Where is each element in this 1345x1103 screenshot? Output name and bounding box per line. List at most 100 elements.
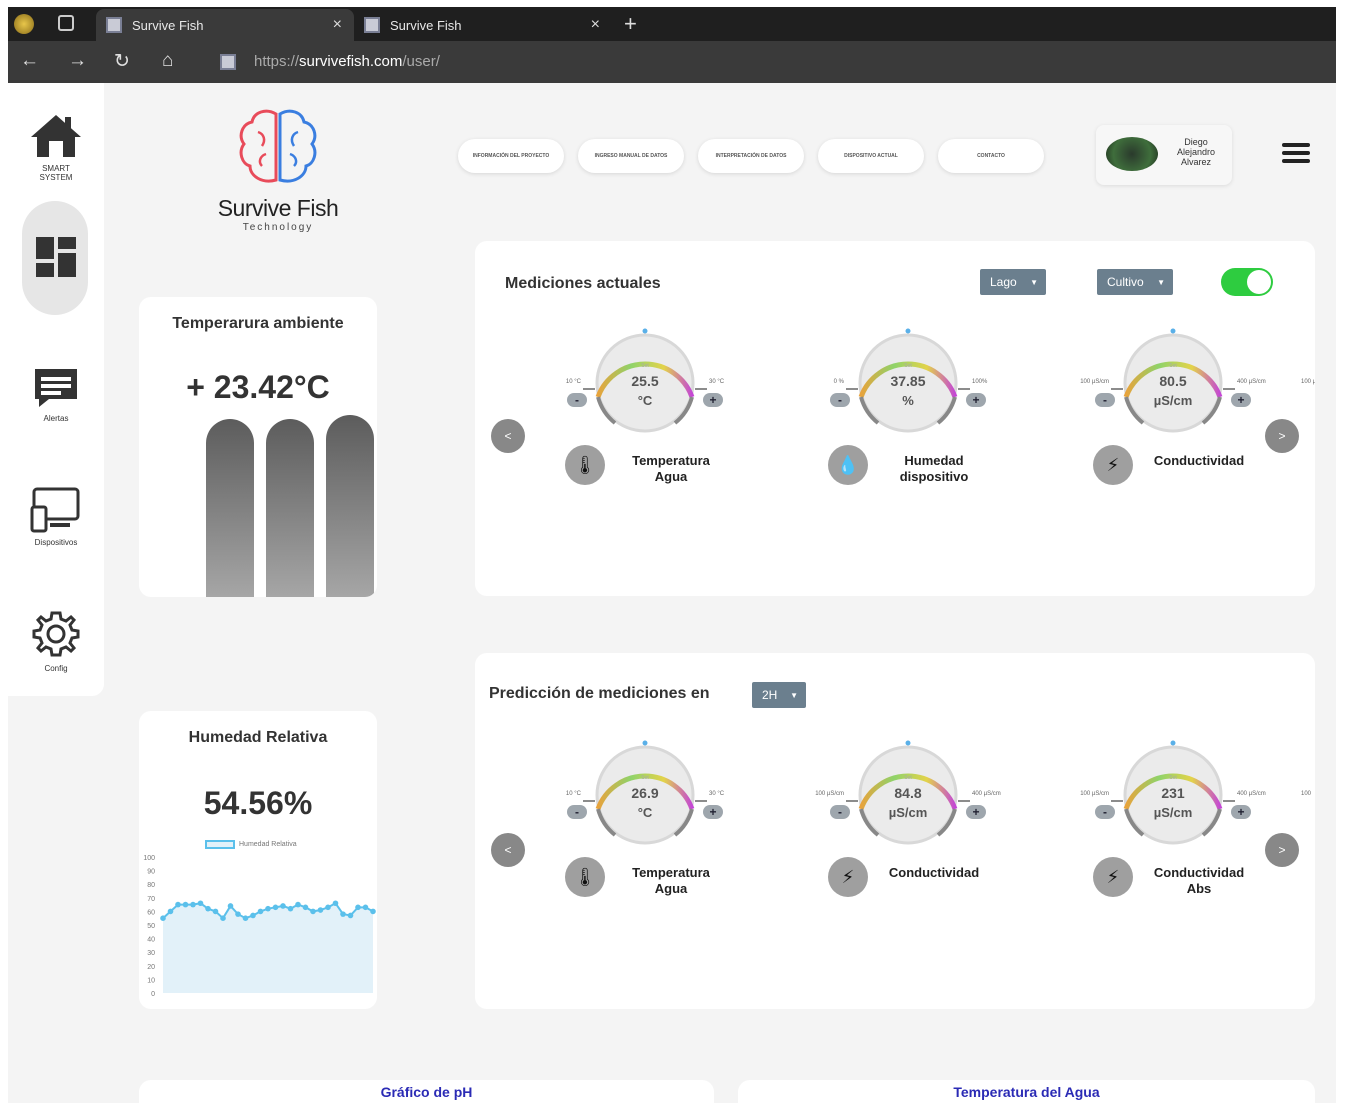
cultivo-dropdown[interactable]: Cultivo ▼ <box>1097 269 1173 295</box>
workspaces-icon[interactable] <box>58 15 74 31</box>
nav-informacion[interactable]: INFORMACIÓN DEL PROYECTO <box>458 139 564 173</box>
decrement-button[interactable]: - <box>567 393 587 407</box>
home-browser-icon[interactable]: ⌂ <box>162 50 173 72</box>
gauge-unit: % <box>902 393 914 408</box>
series-area <box>163 903 373 993</box>
gauge-value: 80.5 <box>1159 373 1187 389</box>
y-tick-label: 100 <box>143 855 155 862</box>
gauge-set-label: Set <box>1169 363 1177 369</box>
reload-icon[interactable]: ↻ <box>114 50 130 73</box>
y-tick-label: 30 <box>147 950 155 957</box>
decrement-button[interactable]: - <box>830 393 850 407</box>
profile-avatar-icon[interactable] <box>14 14 34 34</box>
gauge-0: Set 26.9 °C 10 °C 30 °C - + 🌡 Temperatur… <box>545 739 745 919</box>
alert-icon <box>35 369 77 407</box>
gauge-value: 26.9 <box>631 785 659 801</box>
user-name: Diego Alejandro Alvarez <box>1176 137 1216 167</box>
gauge-max: 400 µS/cm <box>972 791 1001 797</box>
new-tab-button[interactable]: + <box>624 11 637 37</box>
forward-icon[interactable]: → <box>68 50 87 72</box>
tab-2[interactable]: Survive Fish × <box>354 9 612 41</box>
humidity-line-chart: 1009080706050403020100 <box>143 855 376 998</box>
ambient-temperature-card: Temperarura ambiente + 23.42°C <box>139 297 377 597</box>
card-title: Temperarura ambiente <box>172 315 344 332</box>
increment-button[interactable]: + <box>703 393 723 407</box>
logo-subtitle: Technology <box>242 222 314 233</box>
tab-title: Survive Fish <box>390 17 462 33</box>
sidebar-item-dashboard[interactable] <box>8 235 104 284</box>
data-point <box>257 908 264 915</box>
hamburger-menu-icon[interactable] <box>1282 143 1310 167</box>
data-point <box>355 904 361 911</box>
avatar <box>1106 137 1158 171</box>
prev-arrow-button[interactable]: < <box>491 419 525 453</box>
gauge-extra-limit: 100 µ <box>1301 379 1315 385</box>
gauge-max: 400 µS/cm <box>1237 791 1266 797</box>
data-point <box>362 904 369 911</box>
gauge-unit: µS/cm <box>1153 393 1193 408</box>
data-point <box>205 905 211 912</box>
favicon-icon <box>364 17 380 33</box>
ph-chart-card: Gráfico de pH <box>139 1080 714 1103</box>
y-tick-label: 70 <box>147 896 155 903</box>
back-icon[interactable]: ← <box>20 50 39 72</box>
humidity-value: 54.56% <box>203 785 313 821</box>
tab-1[interactable]: Survive Fish × <box>96 9 354 41</box>
nav-ingreso-manual[interactable]: INGRESO MANUAL DE DATOS <box>578 139 684 173</box>
gauge-2: Set 231 µS/cm 100 µS/cm 400 µS/cm - + ⚡ … <box>1073 739 1273 919</box>
water-drop-icon: 💧 <box>828 445 868 485</box>
tab-title: Survive Fish <box>132 17 204 33</box>
url-field[interactable]: https://survivefish.com/user/ <box>254 53 440 70</box>
sidebar-item-dispositivos[interactable]: Dispositivos <box>8 487 104 547</box>
lago-dropdown[interactable]: Lago ▼ <box>980 269 1046 295</box>
gauge-max: 30 °C <box>709 791 725 797</box>
data-point <box>340 911 346 917</box>
toggle-switch[interactable] <box>1221 268 1273 296</box>
user-profile-card[interactable]: Diego Alejandro Alvarez <box>1096 125 1232 185</box>
data-point <box>220 915 226 921</box>
increment-button[interactable]: + <box>703 805 723 819</box>
decrement-button[interactable]: - <box>567 805 587 819</box>
increment-button[interactable]: + <box>1231 393 1251 407</box>
brain-logo-icon <box>239 109 317 183</box>
gauge-unit: µS/cm <box>888 805 928 820</box>
gauge-min: 100 µS/cm <box>815 791 844 797</box>
sidebar-item-alertas[interactable]: Alertas <box>8 367 104 423</box>
horizon-dropdown[interactable]: 2H ▼ <box>752 682 806 708</box>
gauge-unit: °C <box>637 805 653 820</box>
brand-logo[interactable]: Survive Fish Technology <box>208 108 348 233</box>
increment-button[interactable]: + <box>966 393 986 407</box>
gauge-set-label: Set <box>641 363 649 369</box>
conductivity-icon: ⚡ <box>1093 445 1133 485</box>
temperature-value: + 23.42°C <box>186 369 330 405</box>
gauge-min: 10 °C <box>565 379 581 385</box>
increment-button[interactable]: + <box>1231 805 1251 819</box>
gauge-value: 231 <box>1161 785 1185 801</box>
card-title: Humedad Relativa <box>188 729 328 746</box>
nav-dispositivo-actual[interactable]: DISPOSITIVO ACTUAL <box>818 139 924 173</box>
current-measurements-card: Mediciones actuales Lago ▼ Cultivo ▼ < > S… <box>475 241 1315 596</box>
gauge-value: 37.85 <box>890 373 926 389</box>
gauge-min: 100 µS/cm <box>1080 379 1109 385</box>
gauge-value: 84.8 <box>894 785 922 801</box>
nav-contacto[interactable]: CONTACTO <box>938 139 1044 173</box>
gauge-min: 0 % <box>833 379 844 385</box>
close-tab-icon[interactable]: × <box>591 16 600 34</box>
gauge-set-label: Set <box>641 775 649 781</box>
decrement-button[interactable]: - <box>830 805 850 819</box>
nav-interpretacion[interactable]: INTERPRETACIÓN DE DATOS <box>698 139 804 173</box>
thermometer-bar <box>326 415 374 597</box>
decrement-button[interactable]: - <box>1095 393 1115 407</box>
gauge-label: Conductividad <box>1153 453 1245 468</box>
data-point <box>317 907 324 913</box>
increment-button[interactable]: + <box>966 805 986 819</box>
thermometer-icon: 🌡 <box>565 445 605 485</box>
data-point <box>332 900 339 907</box>
prev-arrow-button[interactable]: < <box>491 833 525 867</box>
close-tab-icon[interactable]: × <box>333 16 342 34</box>
y-tick-label: 50 <box>147 923 155 930</box>
sidebar-item-config[interactable]: Config <box>8 609 104 673</box>
sidebar-item-home[interactable]: SMART SYSTEM <box>8 113 104 182</box>
decrement-button[interactable]: - <box>1095 805 1115 819</box>
gauge-1: Set 84.8 µS/cm 100 µS/cm 400 µS/cm - + ⚡… <box>808 739 1008 919</box>
